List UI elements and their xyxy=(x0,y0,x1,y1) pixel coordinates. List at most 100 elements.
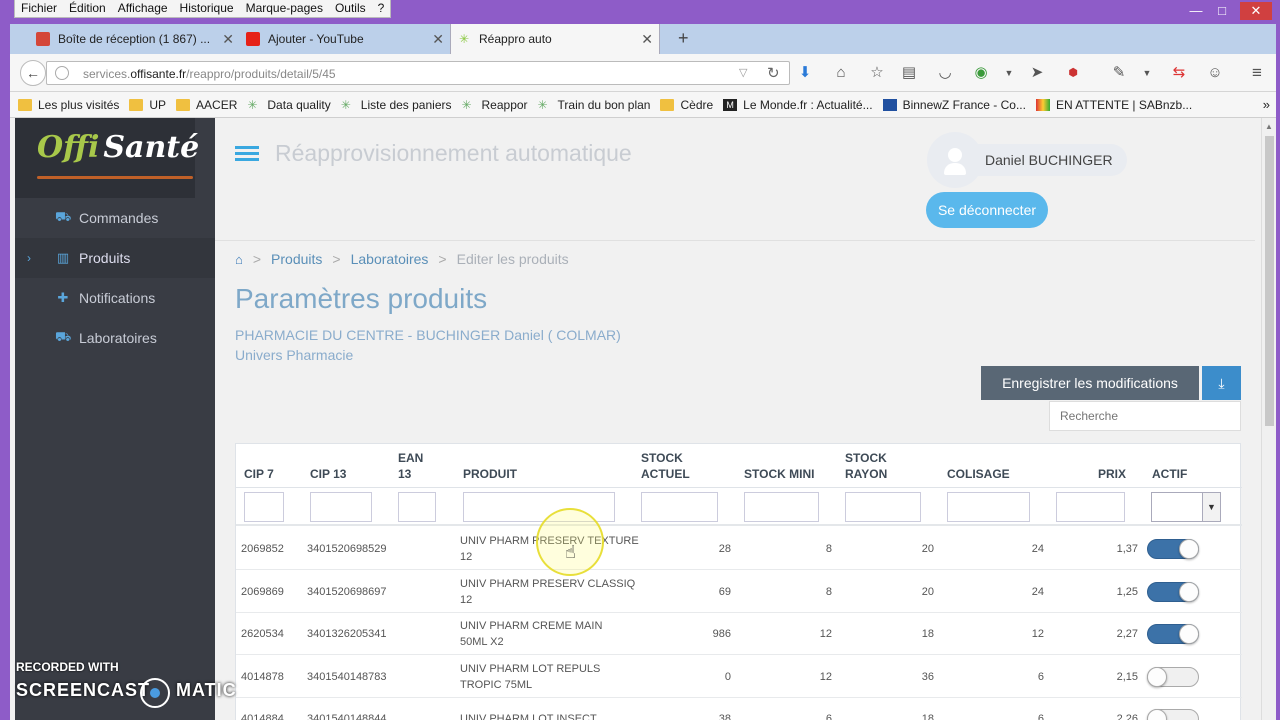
tools-icon[interactable]: ✎ xyxy=(1110,64,1128,82)
tab-youtube[interactable]: Ajouter - YouTube ✕ xyxy=(240,24,450,54)
cell-stock-actuel[interactable]: 28 xyxy=(656,528,731,570)
header-ean13[interactable]: EAN 13 xyxy=(398,450,434,482)
header-colisage[interactable]: COLISAGE xyxy=(947,466,1010,482)
page-scrollbar[interactable]: ▲ xyxy=(1261,118,1276,720)
sidebar-item-produits[interactable]: › ▥ Produits xyxy=(15,238,215,278)
cell-produit[interactable]: UNIV PHARM LOT REPULS TROPIC 75ML xyxy=(460,656,640,698)
actif-toggle[interactable] xyxy=(1147,539,1199,559)
close-window-button[interactable]: ✕ xyxy=(1240,2,1272,20)
logout-button[interactable]: Se déconnecter xyxy=(926,192,1048,228)
header-stock-rayon[interactable]: STOCK RAYON xyxy=(845,450,905,482)
cell-produit[interactable]: UNIV PHARM PRESERV CLASSIQ 12 xyxy=(460,571,640,613)
menu-fichier[interactable]: Fichier xyxy=(15,0,63,17)
home-icon[interactable]: ⌂ xyxy=(235,252,243,267)
bookmark-star-icon[interactable]: ☆ xyxy=(868,64,886,82)
cell-prix[interactable]: 1,25 xyxy=(1056,571,1138,613)
header-actif[interactable]: ACTIF xyxy=(1152,466,1187,482)
cell-colisage[interactable]: 6 xyxy=(956,698,1044,720)
cell-ean13[interactable] xyxy=(398,698,448,720)
header-prix[interactable]: PRIX xyxy=(1098,466,1126,482)
bookmark-item[interactable]: ✳ Train du bon plan xyxy=(538,98,651,112)
menu-marque-pages[interactable]: Marque-pages xyxy=(240,0,329,17)
sidebar-item-notifications[interactable]: ✚ Notifications xyxy=(15,278,215,318)
pocket-icon[interactable]: ◡ xyxy=(936,64,954,82)
cell-colisage[interactable]: 12 xyxy=(956,613,1044,655)
cell-cip7[interactable]: 4014878 xyxy=(241,656,301,698)
cell-stock-rayon[interactable]: 20 xyxy=(846,571,934,613)
home-icon[interactable]: ⌂ xyxy=(832,64,850,82)
table-row[interactable]: 4014884 3401540148844 38 6 18 6 2,26 UNIV PHARM… xyxy=(236,698,1242,720)
cell-stock-actuel[interactable]: 38 xyxy=(656,698,731,720)
table-row[interactable]: 2069869 3401520698697 69 8 20 24 1,25 UNIV PHAR… xyxy=(236,571,1242,613)
table-row[interactable]: 2620534 3401326205341 986 12 18 12 2,27 UNIV PH… xyxy=(236,613,1242,655)
tab-close-icon[interactable]: ✕ xyxy=(222,31,234,48)
globe-icon[interactable]: ◉ xyxy=(972,64,990,82)
table-row[interactable]: 2069852 3401520698529 28 8 20 24 1,37 UNIV PHAR… xyxy=(236,528,1242,570)
filter-stock-actuel[interactable] xyxy=(641,492,718,522)
bookmark-item[interactable]: M Le Monde.fr : Actualité... xyxy=(723,98,873,112)
bookmark-item[interactable]: EN ATTENTE | SABnzb... xyxy=(1035,98,1192,112)
cell-colisage[interactable]: 6 xyxy=(956,656,1044,698)
url-bar[interactable]: services.offisante.fr/reappro/produits/d… xyxy=(46,61,790,85)
adblock-icon[interactable]: ⬢ xyxy=(1064,64,1082,82)
cell-produit[interactable]: UNIV PHARM CREME MAIN 50ML X2 xyxy=(460,613,640,655)
cell-stock-actuel[interactable]: 0 xyxy=(656,656,731,698)
menu-aide[interactable]: ? xyxy=(372,0,391,17)
cell-stock-rayon[interactable]: 36 xyxy=(846,656,934,698)
actif-toggle[interactable] xyxy=(1147,581,1199,602)
save-button[interactable]: Enregistrer les modifications xyxy=(981,366,1199,400)
chevron-down-icon[interactable]: ▼ xyxy=(1000,64,1018,82)
cell-stock-actuel[interactable]: 986 xyxy=(656,613,731,655)
cell-stock-rayon[interactable]: 18 xyxy=(846,613,934,655)
logo[interactable]: Offi Santé xyxy=(15,118,199,198)
cell-stock-mini[interactable]: 12 xyxy=(746,613,832,655)
menu-outils[interactable]: Outils xyxy=(329,0,372,17)
actif-toggle[interactable] xyxy=(1147,624,1199,644)
hamburger-menu-icon[interactable]: ≡ xyxy=(1248,64,1266,82)
cell-cip7[interactable]: 2069852 xyxy=(241,528,301,570)
header-cip13[interactable]: CIP 13 xyxy=(310,466,346,482)
cell-colisage[interactable]: 24 xyxy=(956,528,1044,570)
tab-reappro[interactable]: ✳ Réappro auto ✕ xyxy=(450,24,660,54)
bookmark-item[interactable]: ✳ Liste des paniers xyxy=(341,98,452,112)
filter-prix[interactable] xyxy=(1056,492,1125,522)
actif-toggle[interactable] xyxy=(1147,709,1199,720)
new-tab-button[interactable]: + xyxy=(678,28,689,49)
menu-edition[interactable]: Édition xyxy=(63,0,112,17)
search-input[interactable] xyxy=(1049,401,1241,431)
sync-icon[interactable]: ⇆ xyxy=(1170,64,1188,82)
cell-produit[interactable]: UNIV PHARM LOT INSECT xyxy=(460,698,640,720)
cell-cip7[interactable]: 2069869 xyxy=(241,571,301,613)
breadcrumb-produits[interactable]: Produits xyxy=(271,251,322,267)
header-stock-actuel[interactable]: STOCK ACTUEL xyxy=(641,450,701,482)
cell-ean13[interactable] xyxy=(398,571,448,613)
bookmark-item[interactable]: UP xyxy=(129,98,166,112)
site-info-icon[interactable] xyxy=(55,66,69,80)
send-icon[interactable]: ➤ xyxy=(1028,64,1046,82)
cell-ean13[interactable] xyxy=(398,613,448,655)
cell-stock-mini[interactable]: 6 xyxy=(746,698,832,720)
filter-stock-rayon[interactable] xyxy=(845,492,921,522)
menu-affichage[interactable]: Affichage xyxy=(112,0,174,17)
header-cip7[interactable]: CIP 7 xyxy=(244,466,274,482)
filter-actif-select[interactable]: ▼ xyxy=(1151,492,1221,522)
filter-colisage[interactable] xyxy=(947,492,1030,522)
filter-stock-mini[interactable] xyxy=(744,492,819,522)
header-stock-mini[interactable]: STOCK MINI xyxy=(744,466,814,482)
minimize-button[interactable]: — xyxy=(1182,2,1210,20)
filter-ean13[interactable] xyxy=(398,492,436,522)
bookmark-item[interactable]: Les plus visités xyxy=(18,98,119,112)
scroll-up-icon[interactable]: ▲ xyxy=(1265,122,1273,131)
cell-ean13[interactable] xyxy=(398,528,448,570)
cell-stock-rayon[interactable]: 18 xyxy=(846,698,934,720)
bookmark-item[interactable]: ✳ Reappor xyxy=(462,98,528,112)
bookmark-item[interactable]: Cèdre xyxy=(660,98,713,112)
cell-cip13[interactable]: 3401540148844 xyxy=(307,698,397,720)
header-produit[interactable]: PRODUIT xyxy=(463,466,517,482)
cell-stock-actuel[interactable]: 69 xyxy=(656,571,731,613)
cell-stock-mini[interactable]: 8 xyxy=(746,528,832,570)
scrollbar-thumb[interactable] xyxy=(1265,136,1274,426)
bookmark-item[interactable]: ✳ Data quality xyxy=(247,98,330,112)
cell-cip7[interactable]: 2620534 xyxy=(241,613,301,655)
filter-cip7[interactable] xyxy=(244,492,284,522)
